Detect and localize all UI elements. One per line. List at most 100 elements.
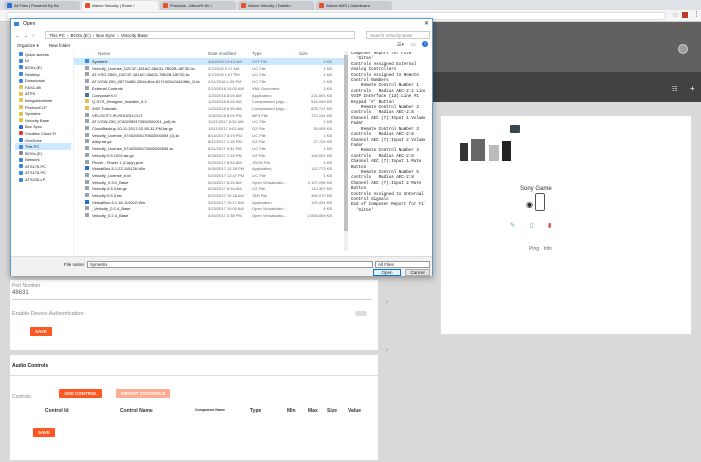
file-row[interactable]: VirtualBox-5.1.22-115126-Win 5/26/2017 12… [74, 165, 348, 172]
column-header[interactable]: Type [252, 51, 262, 56]
add-control-button[interactable]: ADD CONTROL [59, 389, 103, 398]
attone-icon [241, 3, 246, 8]
menu-icon[interactable]: ⋮ [693, 10, 700, 18]
column-header[interactable]: Name [98, 51, 110, 56]
file-name-input[interactable]: Symetrix [87, 261, 373, 268]
save-button[interactable]: SAVE [30, 327, 52, 336]
cancel-button[interactable]: Cancel [405, 269, 430, 276]
sidebar-item[interactable]: Box Sync [15, 124, 71, 131]
sidebar-item[interactable]: BOXs (E) [15, 150, 71, 157]
app-toolbar [420, 72, 701, 102]
browser-tab[interactable]: Attone AMS | Dashboard [316, 1, 392, 10]
file-row[interactable]: VirtualBox-5.1.18-114002-Win 3/29/2017 10… [74, 199, 348, 206]
file-row[interactable]: Velocity-0.5.3.tar.gz 5/23/2017 8:34 AM GZ… [74, 185, 348, 192]
breadcrumb-item[interactable]: Box Sync [96, 33, 115, 38]
sidebar-item[interactable]: OneDrive [15, 137, 71, 144]
file-row[interactable]: Velocity-0.5.1002.tar.gz 6/28/2017 2:18 P… [74, 152, 348, 159]
open-button[interactable]: Open [373, 269, 401, 276]
settings-icon[interactable]: ☷ [672, 86, 677, 93]
sidebar-item[interactable]: ATS175-PC [15, 163, 71, 170]
save-button[interactable]: SAVE [33, 428, 55, 437]
eye-icon[interactable]: ◉ [526, 200, 533, 209]
file-row[interactable]: CloudBackup-10-11-2017-02-55-32-PM.tar.g… [74, 125, 348, 132]
breadcrumb-item[interactable]: BOXs (E:) [71, 33, 91, 38]
organize-button[interactable]: Organize ▾ [17, 43, 39, 49]
sidebar-item[interactable]: BOXs (E) [15, 64, 71, 71]
file-icon [85, 193, 89, 197]
star-icon[interactable]: ☆ [672, 11, 678, 19]
sidebar-item[interactable]: ProductCLP [15, 104, 71, 111]
breadcrumb-item[interactable]: Velocity Base [121, 33, 148, 38]
file-row[interactable]: Velocity_0.3.0_Base 5/23/2017 8:25 AM Open… [74, 179, 348, 186]
port-number-input[interactable]: 48631 [12, 290, 29, 296]
file-row[interactable]: ZHD Tutorials 1/23/2018 6:55 AM Compressed… [74, 105, 348, 112]
file-row[interactable]: External Controls 2/13/2018 10:00 AM XML D… [74, 85, 348, 92]
auth-toggle[interactable] [355, 311, 367, 316]
sidebar-item[interactable]: Dr [15, 58, 71, 65]
preview-pane-icon[interactable]: ▭ [411, 42, 416, 48]
sidebar-item-label: Symetrix [25, 111, 41, 117]
sidebar-item[interactable]: IntegrationNote [15, 97, 71, 104]
file-date: 8/11/2017 5:31 PM [208, 146, 242, 152]
file-row[interactable]: ComposerX.0 1/23/2018 8:25 AM Application 2… [74, 92, 348, 99]
file-size: 221,691 KB [311, 92, 332, 98]
add-icon[interactable]: + [690, 84, 695, 93]
file-row[interactable]: VELOCITY-IR-ROUGH-CUT 1/26/2018 8:04 PM MP… [74, 112, 348, 119]
sidebar-item[interactable]: Desktop [15, 71, 71, 78]
file-row[interactable]: _Velocity_0.2.4_Base 3/23/2017 10:00 AM Op… [74, 205, 348, 212]
sidebar-item[interactable]: ATS226-LP [15, 176, 71, 183]
import-controls-button[interactable]: IMPORT CONTROLS [116, 389, 170, 398]
sidebar-item[interactable]: Downloads [15, 77, 71, 84]
column-header[interactable]: Date modified [208, 51, 236, 56]
column-header[interactable]: Size [299, 51, 308, 56]
file-row[interactable]: AT-VSG-2500_D2C1F-181AC-08A31-7B02B-18F3… [74, 71, 348, 78]
browser-tab[interactable]: Products - Attone® AV / [160, 1, 236, 10]
browser-tab[interactable]: Attone Velocity | Room / [82, 1, 158, 10]
scrollbar-thumb[interactable] [344, 55, 348, 231]
sidebar-item[interactable]: ATPS [15, 91, 71, 98]
breadcrumb-item[interactable]: This PC [49, 33, 65, 38]
browser-tab[interactable]: All Files | Powered By Bo [4, 1, 80, 10]
column-header: Value [348, 408, 362, 414]
file-row[interactable]: Velocity_0.2.4_Base 3/16/2017 2:38 PM Open… [74, 212, 348, 219]
sidebar-item[interactable]: Quick access [15, 51, 71, 58]
file-row[interactable]: Q-SYS_Designer_Installer_6.2 1/23/2018 8:… [74, 98, 348, 105]
new-folder-button[interactable]: New folder [49, 43, 71, 48]
file-row[interactable]: Velocity_License_07402055170602000054.li… [74, 145, 348, 152]
sidebar-item[interactable]: Symetrix [15, 110, 71, 117]
remote-icon[interactable] [535, 193, 545, 211]
app-header [420, 22, 701, 72]
search-input[interactable]: Search Velocity Base [366, 31, 430, 39]
sidebar-item[interactable]: Velocity Base [15, 117, 71, 124]
sidebar-item[interactable]: F&S1-88 [15, 84, 71, 91]
file-row[interactable]: Symetrix 4/4/2018 10:43 AM CVT File 2 KB [74, 58, 348, 65]
file-row[interactable]: Velocity-0.5.3.tar 5/22/2017 10:28 AM TAR … [74, 192, 348, 199]
help-icon[interactable]: ? [422, 41, 428, 47]
sidebar-item[interactable]: Network [15, 157, 71, 164]
sidebar-item[interactable]: ATS175-PC [15, 170, 71, 177]
forward-arrow-icon[interactable]: → [24, 33, 29, 38]
file-row[interactable]: AT-VGW-250_08774d56-260d-4fce-817f-000c2… [74, 78, 348, 85]
breadcrumb[interactable]: This PC › BOXs (E:) › Box Sync › Velocity B… [45, 31, 355, 39]
file-type-select[interactable]: All Files [375, 261, 430, 268]
avatar[interactable] [678, 44, 688, 54]
delete-icon[interactable]: ▮ [548, 222, 551, 229]
close-icon[interactable]: ✕ [424, 20, 429, 27]
file-row[interactable]: AT-VGW-250_07402055170602000011_(all).li… [74, 118, 348, 125]
file-row[interactable]: Velocity_License_D2C1F-181AC-08A31-7B02B… [74, 65, 348, 72]
file-row[interactable]: Velocity_License_b.lic 5/23/2017 12:47 PM… [74, 172, 348, 179]
file-name: Velocity_0.3.0_Base [92, 179, 129, 185]
up-arrow-icon[interactable]: ↑ [32, 33, 34, 38]
back-arrow-icon[interactable]: ← [15, 33, 20, 38]
port-number-label: Port Number [12, 283, 41, 289]
extension-icon[interactable] [682, 12, 688, 18]
copy-icon[interactable]: ▯ [530, 222, 533, 229]
browser-tab[interactable]: Attone Velocity | Dashb / [238, 1, 314, 10]
view-options-icon[interactable]: ☰▾ [397, 42, 404, 48]
edit-icon[interactable]: ✎ [510, 222, 515, 229]
file-row[interactable]: Velocity_License_07402055170602000054 (1… [74, 132, 348, 139]
file-row[interactable]: Plover - Plover 1 (Copy).json 5/29/2017 8… [74, 159, 348, 166]
file-row[interactable]: Atlay.tar.gz 8/12/2017 1:26 PM GZ File 27,7… [74, 138, 348, 145]
sidebar-item[interactable]: Creative Cloud Fi [15, 130, 71, 137]
sidebar-item[interactable]: This PC [15, 143, 71, 150]
